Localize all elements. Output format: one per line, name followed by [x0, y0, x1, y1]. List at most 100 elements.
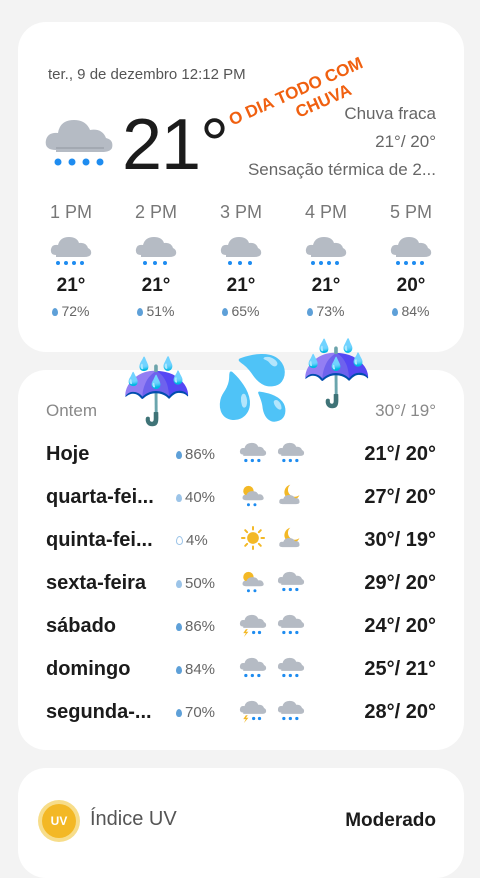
day-name: domingo [46, 657, 131, 680]
hour-time: 1 PM [49, 202, 92, 222]
daily-row[interactable]: Hoje 86% 21°/ 20° [46, 439, 436, 469]
hour-temp: 20° [396, 275, 426, 296]
drop-icon [176, 493, 182, 502]
rain-cloud-icon [42, 110, 118, 175]
hour-precip-value: 51% [146, 303, 175, 319]
rain-cloud-icon [206, 231, 276, 271]
drop-icon [137, 308, 144, 317]
daily-row[interactable]: quinta-fei... 4% 30°/ 19° [46, 525, 436, 555]
rain-cloud-icon [276, 697, 306, 728]
high-low-text: 21°/ 20° [375, 132, 436, 151]
umbrella-rain-icon: ☔ [118, 358, 196, 427]
hour-time: 2 PM [134, 202, 177, 222]
drop-icon [176, 708, 182, 717]
day-range: 29°/ 20° [364, 571, 436, 594]
hour-time: 5 PM [389, 202, 432, 222]
day-precip-value: 86% [185, 445, 216, 463]
droplets-icon: 💦 [214, 354, 292, 423]
sun-cloud-rain-icon [238, 482, 268, 513]
day-name: quinta-fei... [46, 528, 153, 551]
hour-precip-value: 73% [316, 303, 345, 319]
hourly-item: 5 PM 20° 84% [376, 202, 446, 319]
day-range: 30°/ 19° [364, 528, 436, 551]
day-precip-value: 86% [185, 617, 216, 635]
hour-precip: 65% [206, 303, 276, 319]
daily-row[interactable]: sexta-feira 50% 29°/ 20° [46, 568, 436, 598]
current-temperature: 21° [122, 105, 229, 185]
day-precip-value: 40% [185, 488, 216, 506]
day-name: sexta-feira [46, 571, 147, 594]
day-name: segunda-... [46, 700, 152, 723]
day-name: quarta-fei... [46, 485, 154, 508]
drop-icon [176, 579, 182, 588]
day-range: 21°/ 20° [364, 442, 436, 465]
daily-row[interactable]: segunda-... 70% 28°/ 20° [46, 697, 436, 727]
condition-text: Chuva fraca [344, 104, 436, 123]
sun-cloud-rain-icon [238, 568, 268, 599]
rain-cloud-icon [276, 611, 306, 642]
drop-icon [176, 622, 182, 631]
daily-row[interactable]: quarta-fei... 40% 27°/ 20° [46, 482, 436, 512]
current-datetime: ter., 9 de dezembro 12:12 PM [48, 66, 246, 83]
rain-cloud-icon [276, 654, 306, 685]
daily-forecast-card[interactable]: Ontem 30°/ 19° Hoje 86% 21°/ 20° quarta-… [18, 370, 464, 750]
day-range: 27°/ 20° [364, 485, 436, 508]
thunder-cloud-icon [238, 611, 268, 642]
day-range: 25°/ 21° [364, 657, 436, 680]
daily-row[interactable]: sábado 86% 24°/ 20° [46, 611, 436, 641]
rain-cloud-icon [376, 231, 446, 271]
drop-icon [176, 536, 183, 546]
hourly-item: 3 PM 21° 65% [206, 202, 276, 319]
day-precip: 50% [176, 575, 215, 592]
rain-cloud-icon [36, 231, 106, 271]
sun-icon [238, 525, 268, 556]
hour-temp: 21° [226, 275, 256, 296]
rain-cloud-icon [238, 439, 268, 470]
moon-cloud-icon [276, 525, 306, 556]
day-precip: 86% [176, 618, 215, 635]
hourly-item: 1 PM 21° 72% [36, 202, 106, 319]
hour-precip-value: 84% [401, 303, 430, 319]
hour-time: 3 PM [219, 202, 262, 222]
day-name: sábado [46, 614, 117, 637]
day-range: 28°/ 20° [364, 700, 436, 723]
drop-icon [392, 308, 399, 317]
day-precip-value: 70% [185, 703, 216, 721]
thunder-cloud-icon [238, 697, 268, 728]
hour-precip-value: 65% [231, 303, 260, 319]
hour-precip: 73% [291, 303, 361, 319]
hour-precip: 51% [121, 303, 191, 319]
hour-time: 4 PM [304, 202, 347, 222]
day-precip: 70% [176, 704, 215, 721]
current-weather-card[interactable]: ter., 9 de dezembro 12:12 PM 21° Chuva f… [18, 22, 464, 352]
day-range: 24°/ 20° [364, 614, 436, 637]
hour-precip: 84% [376, 303, 446, 319]
uv-icon: UV [42, 804, 76, 838]
rain-cloud-icon [276, 568, 306, 599]
uv-label: Índice UV [90, 808, 177, 830]
hour-temp: 21° [56, 275, 86, 296]
hour-temp: 21° [311, 275, 341, 296]
uv-index-card[interactable]: UV Índice UV Moderado [18, 768, 464, 878]
day-precip-value: 84% [185, 660, 216, 678]
drop-icon [222, 308, 229, 317]
daily-row[interactable]: domingo 84% 25°/ 21° [46, 654, 436, 684]
day-precip: 40% [176, 489, 215, 506]
hourly-item: 2 PM 21° 51% [121, 202, 191, 319]
day-precip: 86% [176, 446, 215, 463]
day-precip-value: 50% [185, 574, 216, 592]
uv-value: Moderado [345, 810, 436, 831]
drop-icon [52, 308, 59, 317]
day-precip-value: 4% [186, 531, 208, 549]
moon-cloud-icon [276, 482, 306, 513]
rain-cloud-icon [291, 231, 361, 271]
drop-icon [176, 665, 182, 674]
feels-like-text: Sensação térmica de 2... [247, 160, 436, 179]
day-range: 30°/ 19° [375, 401, 436, 420]
drop-icon [307, 308, 314, 317]
hour-temp: 21° [141, 275, 171, 296]
hourly-item: 4 PM 21° 73% [291, 202, 361, 319]
rain-cloud-icon [121, 231, 191, 271]
day-precip: 84% [176, 661, 215, 678]
day-precip: 4% [176, 532, 208, 549]
